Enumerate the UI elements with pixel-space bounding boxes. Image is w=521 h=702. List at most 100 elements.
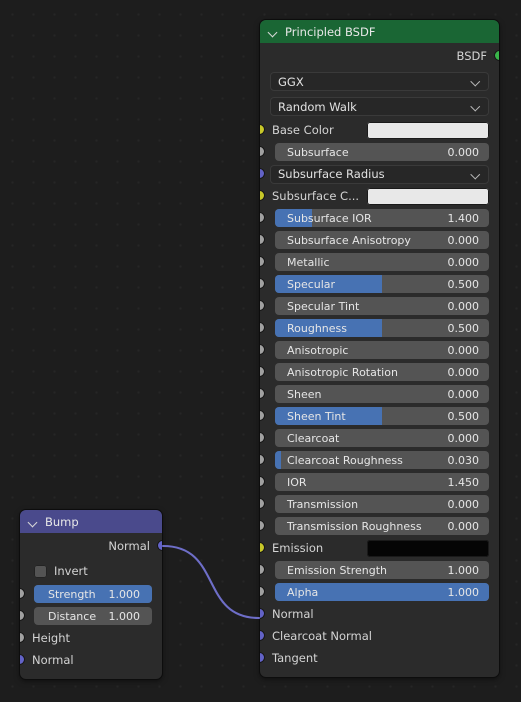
slider-subsurface[interactable]: Subsurface 0.000 [275, 143, 489, 161]
socket-input-subsurface-color[interactable] [260, 191, 264, 200]
slider-label: Metallic [287, 255, 330, 269]
slider-sheen[interactable]: Sheen 0.000 [275, 385, 489, 403]
output-row-normal: Normal [20, 533, 162, 559]
socket-input-anisotropic-rotation[interactable] [260, 367, 264, 376]
slider-distance[interactable]: Distance 1.000 [34, 607, 152, 625]
color-swatch-subsurface-color[interactable] [367, 187, 489, 205]
row-ior: IOR 1.450 [260, 471, 499, 493]
socket-input-normal[interactable] [260, 609, 264, 618]
slider-specular-tint[interactable]: Specular Tint 0.000 [275, 297, 489, 315]
slider-transmission[interactable]: Transmission 0.000 [275, 495, 489, 513]
socket-input-height[interactable] [20, 633, 24, 642]
node-header-bump[interactable]: Bump [20, 510, 162, 533]
slider-value: 0.000 [447, 145, 480, 159]
slider-metallic[interactable]: Metallic 0.000 [275, 253, 489, 271]
slider-value: 0.000 [447, 233, 480, 247]
slider-strength[interactable]: Strength 1.000 [34, 585, 152, 603]
socket-input-ior[interactable] [260, 477, 264, 486]
slider-label: Distance [48, 609, 97, 623]
socket-input-normal[interactable] [20, 655, 24, 664]
socket-input-base-color[interactable] [260, 125, 264, 134]
dropdown-distribution-value: GGX [278, 74, 304, 89]
slider-alpha[interactable]: Alpha 1.000 [275, 583, 489, 601]
node-header-principled-bsdf[interactable]: Principled BSDF [260, 20, 499, 43]
row-roughness: Roughness 0.500 [260, 317, 499, 339]
label-clearcoat-normal: Clearcoat Normal [272, 629, 373, 643]
label-emission: Emission [272, 541, 324, 555]
socket-input-specular[interactable] [260, 279, 264, 288]
slider-clearcoat[interactable]: Clearcoat 0.000 [275, 429, 489, 447]
slider-value: 0.000 [447, 387, 480, 401]
dropdown-subsurface-method[interactable]: Random Walk [270, 97, 489, 116]
output-label-bsdf: BSDF [456, 49, 487, 63]
socket-input-subsurface-ior[interactable] [260, 213, 264, 222]
slider-value: 0.000 [447, 343, 480, 357]
slider-sheen-tint[interactable]: Sheen Tint 0.500 [275, 407, 489, 425]
chevron-down-icon[interactable] [268, 26, 280, 38]
slider-roughness[interactable]: Roughness 0.500 [275, 319, 489, 337]
row-clearcoat: Clearcoat 0.000 [260, 427, 499, 449]
node-principled-bsdf[interactable]: Principled BSDF BSDF GGX Random Walk Bas… [260, 20, 499, 677]
socket-input-subsurface[interactable] [260, 147, 264, 156]
socket-output-bsdf[interactable] [495, 51, 499, 60]
slider-subsurface-anisotropy[interactable]: Subsurface Anisotropy 0.000 [275, 231, 489, 249]
socket-input-subsurface-anisotropy[interactable] [260, 235, 264, 244]
slider-value: 0.500 [447, 409, 480, 423]
socket-input-clearcoat[interactable] [260, 433, 264, 442]
color-swatch-emission[interactable] [367, 539, 489, 557]
row-height: Height [20, 627, 162, 649]
socket-input-emission-strength[interactable] [260, 565, 264, 574]
slider-ior[interactable]: IOR 1.450 [275, 473, 489, 491]
row-tangent: Tangent [260, 647, 499, 669]
slider-label: Emission Strength [287, 563, 388, 577]
node-body-bump: Normal Invert Strength 1.000 Distance 1.… [20, 533, 162, 679]
slider-subsurface-ior[interactable]: Subsurface IOR 1.400 [275, 209, 489, 227]
socket-input-sheen[interactable] [260, 389, 264, 398]
chevron-down-icon[interactable] [28, 516, 40, 528]
chevron-down-icon [472, 170, 481, 179]
row-clearcoat-normal: Clearcoat Normal [260, 625, 499, 647]
socket-input-anisotropic[interactable] [260, 345, 264, 354]
slider-transmission-roughness[interactable]: Transmission Roughness 0.000 [275, 517, 489, 535]
socket-input-tangent[interactable] [260, 653, 264, 662]
socket-input-sheen-tint[interactable] [260, 411, 264, 420]
slider-emission-strength[interactable]: Emission Strength 1.000 [275, 561, 489, 579]
socket-input-distance[interactable] [20, 611, 24, 620]
socket-input-transmission[interactable] [260, 499, 264, 508]
row-normal: Normal [260, 603, 499, 625]
slider-specular[interactable]: Specular 0.500 [275, 275, 489, 293]
socket-input-clearcoat-roughness[interactable] [260, 455, 264, 464]
row-transmission-roughness: Transmission Roughness 0.000 [260, 515, 499, 537]
slider-label: Specular Tint [287, 299, 360, 313]
socket-input-specular-tint[interactable] [260, 301, 264, 310]
row-anisotropic: Anisotropic 0.000 [260, 339, 499, 361]
socket-output-normal[interactable] [158, 541, 162, 550]
node-bump[interactable]: Bump Normal Invert Strength 1.000 Distan… [20, 510, 162, 679]
label-base-color: Base Color [272, 123, 334, 137]
color-swatch-base-color[interactable] [367, 121, 489, 139]
slider-label: IOR [287, 475, 307, 489]
dropdown-subsurface-radius[interactable]: Subsurface Radius [270, 164, 489, 184]
socket-input-metallic[interactable] [260, 257, 264, 266]
row-sheen-tint: Sheen Tint 0.500 [260, 405, 499, 427]
socket-input-subsurface-radius[interactable] [260, 169, 264, 178]
socket-input-alpha[interactable] [260, 587, 264, 596]
chevron-down-icon [472, 102, 481, 111]
checkbox-invert[interactable] [34, 564, 47, 578]
socket-input-roughness[interactable] [260, 323, 264, 332]
dropdown-distribution[interactable]: GGX [270, 72, 489, 91]
socket-input-emission[interactable] [260, 543, 264, 552]
socket-input-strength[interactable] [20, 589, 24, 598]
socket-input-transmission-roughness[interactable] [260, 521, 264, 530]
row-transmission: Transmission 0.000 [260, 493, 499, 515]
row-base-color: Base Color [260, 119, 499, 141]
slider-label: Clearcoat [287, 431, 340, 445]
slider-clearcoat-roughness[interactable]: Clearcoat Roughness 0.030 [275, 451, 489, 469]
slider-anisotropic[interactable]: Anisotropic 0.000 [275, 341, 489, 359]
slider-anisotropic-rotation[interactable]: Anisotropic Rotation 0.000 [275, 363, 489, 381]
slider-value: 0.000 [447, 299, 480, 313]
socket-input-clearcoat-normal[interactable] [260, 631, 264, 640]
row-clearcoat-roughness: Clearcoat Roughness 0.030 [260, 449, 499, 471]
slider-label: Strength [48, 587, 96, 601]
label-height: Height [32, 631, 71, 645]
